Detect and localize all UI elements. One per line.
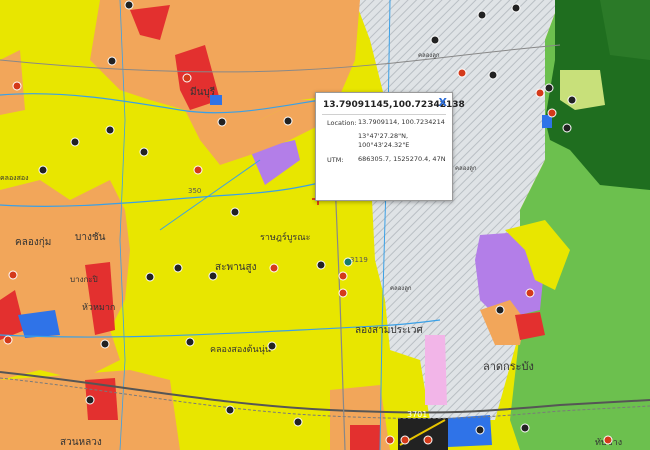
poi-marker[interactable] [475, 425, 485, 435]
poi-marker[interactable] [316, 260, 326, 270]
label-khlong-luk-2: คลองลูก [390, 285, 412, 292]
label-sai-mai: สวนหลวง [60, 437, 102, 448]
label-khlong-song: คลองสอง [0, 174, 29, 182]
poi-marker[interactable] [8, 270, 18, 280]
label-khlong-sam-prawet: ลองสามประเวศ [355, 325, 423, 336]
poi-marker[interactable] [193, 165, 203, 175]
poi-marker[interactable] [70, 137, 80, 147]
dms-latitude: 13°47'27.28"N, [358, 132, 409, 140]
poi-marker[interactable] [400, 435, 410, 445]
poi-marker[interactable] [343, 257, 353, 267]
poi-marker[interactable] [567, 95, 577, 105]
poi-marker[interactable] [547, 108, 557, 118]
poi-marker[interactable] [173, 263, 183, 273]
label-road-3119: 3119 [350, 256, 368, 264]
poi-marker[interactable] [525, 288, 535, 298]
utm-label: UTM: [327, 156, 344, 164]
poi-marker[interactable] [430, 35, 440, 45]
label-khlong-luk-1: คลองลูก [418, 52, 440, 59]
label-lat-krabang: ลาดกระบัง [483, 360, 534, 373]
poi-marker[interactable] [217, 117, 227, 127]
label-saphan-sung: สะพานสูง [215, 262, 257, 273]
red-zone-bottom [350, 425, 380, 450]
poi-marker[interactable] [488, 70, 498, 80]
poi-marker[interactable] [495, 305, 505, 315]
label-road-350: 350 [188, 187, 201, 195]
poi-marker[interactable] [477, 10, 487, 20]
close-icon[interactable]: X [439, 96, 447, 109]
poi-marker[interactable] [105, 125, 115, 135]
label-rat-burana: ราษฎร์บูรณะ [260, 231, 311, 243]
pink-zone [425, 335, 447, 405]
blue-zone-south [448, 415, 492, 447]
poi-marker[interactable] [3, 335, 13, 345]
poi-marker[interactable] [185, 337, 195, 347]
light-green-patch [560, 70, 605, 110]
blue-zone-west [18, 310, 60, 338]
map-canvas[interactable]: ลองสามประเวศ ลาดกระบัง คลองลูก คลองลูก ค… [0, 0, 650, 450]
poi-marker[interactable] [562, 123, 572, 133]
poi-marker[interactable] [269, 263, 279, 273]
poi-marker[interactable] [100, 339, 110, 349]
poi-marker[interactable] [385, 435, 395, 445]
poi-marker[interactable] [38, 165, 48, 175]
label-bang-chan: บางชัน [75, 232, 106, 243]
label-khlong-luk-3: คลองลูก [455, 165, 477, 172]
label-bang-kapi: บางกะปิ [70, 275, 98, 284]
utm-value: 686305.7, 1525270.4, 47N [358, 155, 446, 163]
poi-marker[interactable] [145, 272, 155, 282]
poi-marker[interactable] [535, 88, 545, 98]
red-zone-east [515, 312, 545, 340]
poi-marker[interactable] [85, 395, 95, 405]
poi-marker[interactable] [283, 116, 293, 126]
coordinate-popup: 13.79091145,100.72342138 X Location: 13.… [315, 92, 465, 201]
poi-marker[interactable] [230, 207, 240, 217]
poi-marker[interactable] [107, 56, 117, 66]
poi-marker[interactable] [208, 271, 218, 281]
label-khlong-song-tonnun: คลองสองต้นนุ่น [210, 344, 271, 355]
poi-marker[interactable] [293, 417, 303, 427]
label-road-3701: 3701 [407, 410, 427, 419]
dms-longitude: 100°43'24.32"E [358, 141, 410, 149]
location-label: Location: [327, 119, 357, 127]
poi-marker[interactable] [457, 68, 467, 78]
poi-marker[interactable] [338, 288, 348, 298]
popup-divider [322, 114, 446, 115]
poi-marker[interactable] [544, 83, 554, 93]
poi-marker[interactable] [338, 271, 348, 281]
poi-marker[interactable] [139, 147, 149, 157]
poi-marker[interactable] [511, 3, 521, 13]
label-khlong-kum: คลองกุ่ม [15, 237, 51, 248]
poi-marker[interactable] [124, 0, 134, 10]
location-value: 13.7909114, 100.7234214 [358, 118, 445, 126]
poi-marker[interactable] [267, 341, 277, 351]
label-min-buri: มีนบุรี [190, 86, 216, 98]
label-hua-mak: หัวหมาก [82, 303, 115, 313]
poi-marker[interactable] [423, 435, 433, 445]
poi-marker[interactable] [603, 435, 613, 445]
poi-marker[interactable] [182, 73, 192, 83]
poi-marker[interactable] [520, 423, 530, 433]
poi-marker[interactable] [225, 405, 235, 415]
poi-marker[interactable] [12, 81, 22, 91]
